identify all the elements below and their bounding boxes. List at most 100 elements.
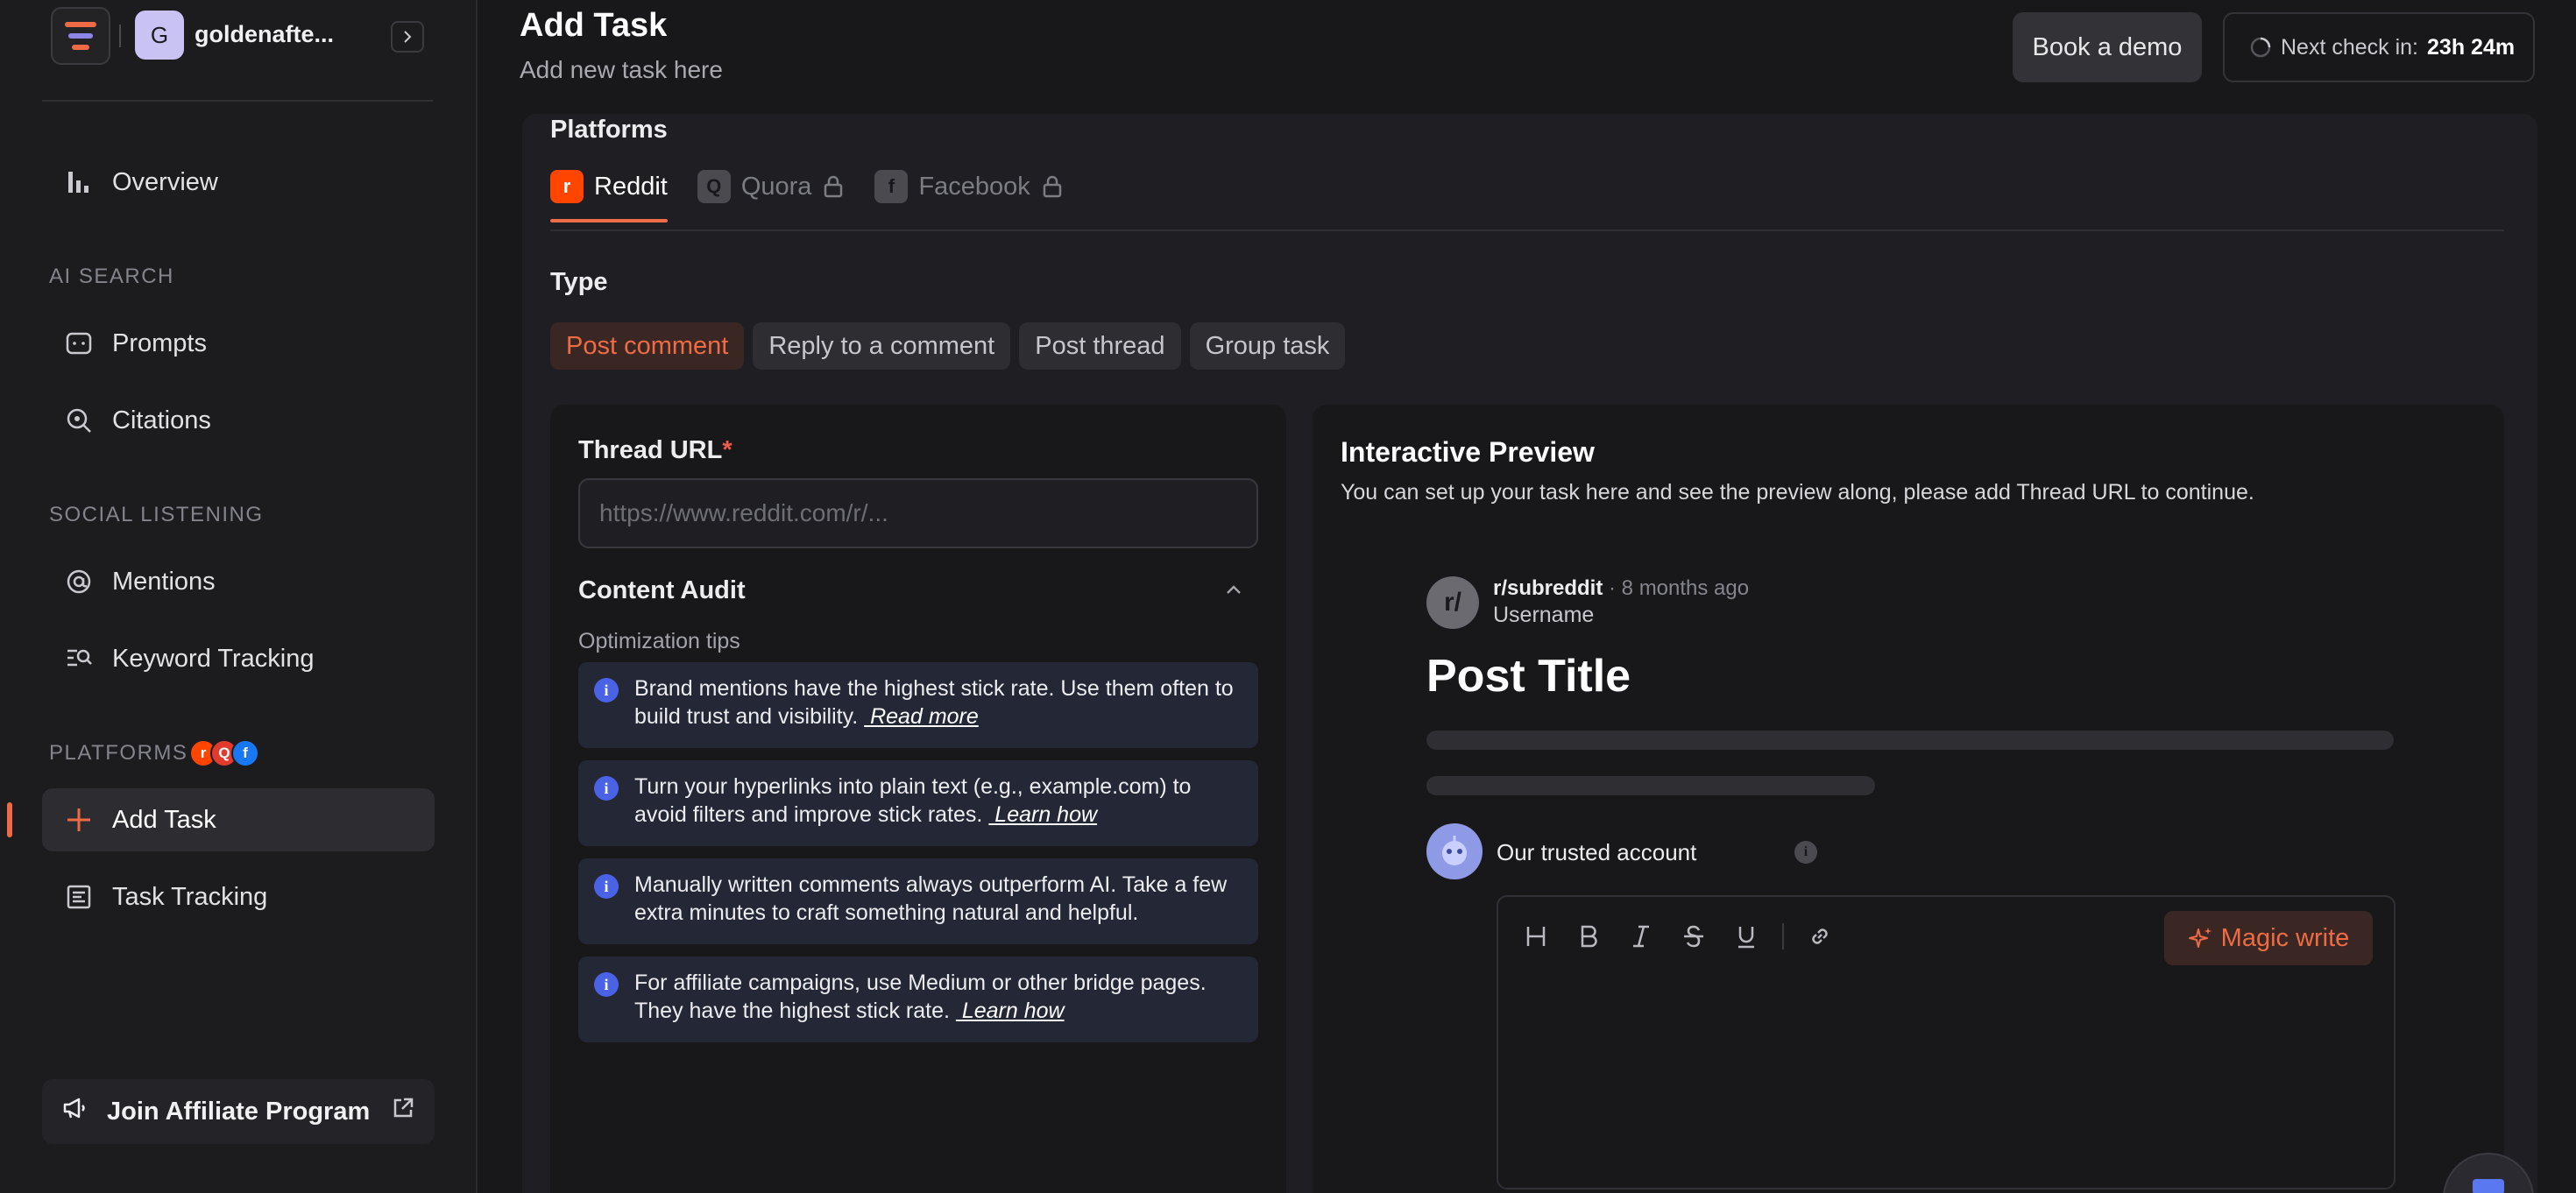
thread-url-input[interactable] <box>578 478 1258 548</box>
external-link-icon <box>391 1096 415 1127</box>
book-demo-button[interactable]: Book a demo <box>2013 12 2202 82</box>
preview-subtitle: You can set up your task here and see th… <box>1341 480 2254 505</box>
next-check-label: Next check in: <box>2281 34 2419 60</box>
content-audit-label: Content Audit <box>578 576 746 604</box>
thread-url-label-text: Thread URL <box>578 436 723 464</box>
join-affiliate-button[interactable]: Join Affiliate Program <box>42 1079 435 1144</box>
tab-facebook[interactable]: f Facebook <box>874 168 1063 217</box>
sidebar-item-label: Mentions <box>112 567 216 596</box>
add-task-card: Platforms r Reddit Q Quora f Facebook Ty… <box>522 114 2537 1193</box>
link-icon[interactable] <box>1803 920 1836 953</box>
info-icon: i <box>594 874 619 899</box>
sidebar-item-task-tracking[interactable]: Task Tracking <box>42 865 435 928</box>
plus-icon <box>63 804 95 836</box>
tip-text: For affiliate campaigns, use Medium or o… <box>634 971 1207 1023</box>
skeleton-line <box>1426 776 1875 795</box>
sidebar-item-label: Keyword Tracking <box>112 644 315 673</box>
tab-quora[interactable]: Q Quora <box>697 168 846 217</box>
sidebar-item-mentions[interactable]: Mentions <box>42 550 435 613</box>
sidebar-item-prompts[interactable]: Prompts <box>42 312 435 375</box>
strikethrough-icon[interactable] <box>1677 920 1710 953</box>
required-mark: * <box>722 436 732 464</box>
post-username: Username <box>1493 603 1595 627</box>
toolbar-separator <box>1782 923 1784 949</box>
type-selector: Post comment Reply to a comment Post thr… <box>550 322 1346 370</box>
task-form-panel: Thread URL* Content Audit Optimization t… <box>550 405 1286 1193</box>
tip-card: i Brand mentions have the highest stick … <box>578 662 1258 748</box>
workspace-name[interactable]: goldenafte... <box>195 21 334 48</box>
sidebar-divider <box>42 100 433 102</box>
bold-icon[interactable] <box>1572 920 1605 953</box>
type-group-task[interactable]: Group task <box>1189 322 1346 370</box>
sidebar-toggle-button[interactable] <box>391 21 424 53</box>
bar-chart-icon <box>63 166 95 198</box>
tip-text: Manually written comments always outperf… <box>634 872 1228 925</box>
tip-learn-how-link[interactable]: Learn how <box>988 802 1097 827</box>
page-header: Add Task Add new task here Book a demo N… <box>479 0 2576 110</box>
document-list-icon <box>63 881 95 913</box>
loading-spinner-icon <box>2250 37 2271 58</box>
tab-label: Quora <box>740 172 812 201</box>
tip-card: i For affiliate campaigns, use Medium or… <box>578 957 1258 1042</box>
tip-read-more-link[interactable]: Read more <box>864 704 979 729</box>
tab-label: Facebook <box>918 172 1030 201</box>
page-title: Add Task <box>520 7 668 44</box>
sidebar-item-keyword-tracking[interactable]: Keyword Tracking <box>42 627 435 690</box>
post-meta: · 8 months ago <box>1603 576 1750 600</box>
tip-card: i Manually written comments always outpe… <box>578 858 1258 944</box>
info-icon[interactable]: i <box>1794 841 1817 864</box>
preview-title: Interactive Preview <box>1341 436 1595 468</box>
chat-icon <box>63 328 95 359</box>
workspace-avatar[interactable]: G <box>135 11 184 60</box>
section-label-platforms: PLATFORMS <box>49 741 188 765</box>
italic-icon[interactable] <box>1624 920 1658 953</box>
underline-icon[interactable] <box>1730 920 1763 953</box>
collapse-audit-button[interactable] <box>1223 580 1244 605</box>
sidebar-item-label: Prompts <box>112 328 207 357</box>
optimization-tips-label: Optimization tips <box>578 629 740 653</box>
thread-url-label: Thread URL* <box>578 436 732 465</box>
subreddit-avatar: r/ <box>1426 576 1479 629</box>
next-check-value: 23h 24m <box>2427 34 2516 60</box>
sidebar-item-label: Task Tracking <box>112 882 268 911</box>
post-title: Post Title <box>1426 651 1631 702</box>
tip-learn-how-link[interactable]: Learn how <box>956 999 1065 1023</box>
heading-icon[interactable] <box>1519 920 1553 953</box>
robot-avatar-icon <box>1442 836 1467 865</box>
info-icon: i <box>594 972 619 997</box>
info-icon: i <box>594 678 619 702</box>
type-post-thread[interactable]: Post thread <box>1019 322 1181 370</box>
skeleton-line <box>1426 731 2394 750</box>
at-sign-icon <box>63 566 95 597</box>
section-label-social-listening: SOCIAL LISTENING <box>49 503 264 526</box>
sparkles-icon <box>2188 928 2212 948</box>
quora-icon: Q <box>697 170 731 203</box>
lock-icon <box>824 175 843 198</box>
sidebar-item-add-task[interactable]: Add Task <box>42 788 435 851</box>
search-quote-icon <box>63 405 95 436</box>
platform-icons-group: r Q f <box>189 739 259 767</box>
sidebar-item-citations[interactable]: Citations <box>42 389 435 452</box>
sidebar-item-label: Citations <box>112 406 211 434</box>
chat-bubble-icon <box>2473 1179 2504 1193</box>
interactive-preview-panel: Interactive Preview You can set up your … <box>1313 405 2504 1193</box>
tab-reddit[interactable]: r Reddit <box>550 168 668 222</box>
chevron-right-icon <box>404 31 412 43</box>
app-logo[interactable] <box>51 7 110 65</box>
tip-text: Turn your hyperlinks into plain text (e.… <box>634 774 1192 827</box>
facebook-icon: f <box>874 170 909 203</box>
lock-icon <box>1043 175 1062 198</box>
magic-write-button[interactable]: Magic write <box>2164 911 2373 965</box>
comment-editor[interactable]: Magic write <box>1497 895 2396 1189</box>
type-post-comment[interactable]: Post comment <box>550 322 745 370</box>
workspace-separator <box>119 25 121 47</box>
platform-tabs: r Reddit Q Quora f Facebook <box>550 168 1064 222</box>
trusted-account-label: Our trusted account <box>1497 839 1697 865</box>
tabs-divider <box>550 229 2504 231</box>
subreddit-line: r/subreddit · 8 months ago <box>1493 576 1749 601</box>
info-icon: i <box>594 776 619 801</box>
type-reply-to-comment[interactable]: Reply to a comment <box>753 322 1011 370</box>
platforms-label: Platforms <box>550 116 668 144</box>
next-check-status: Next check in: 23h 24m <box>2223 12 2535 82</box>
sidebar-item-overview[interactable]: Overview <box>42 151 435 214</box>
